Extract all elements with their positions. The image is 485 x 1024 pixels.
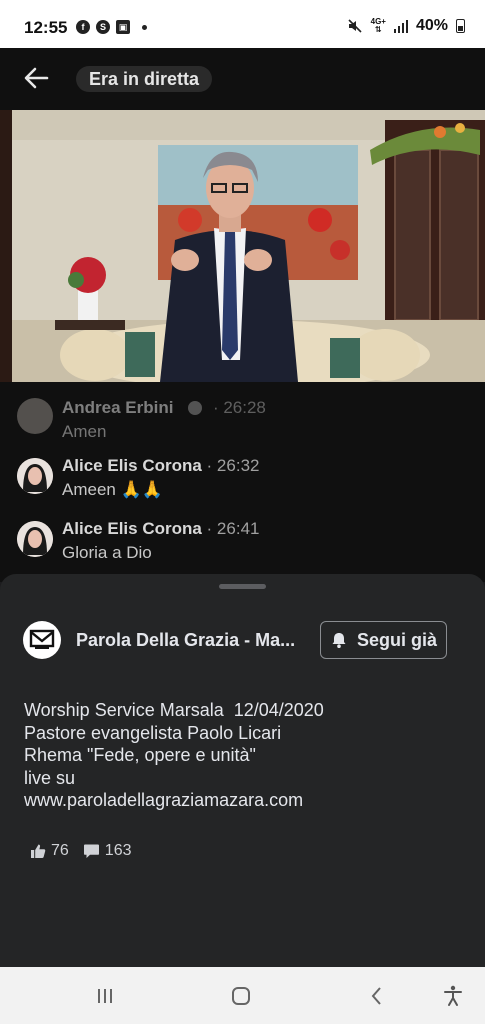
comment-item[interactable]: Alice Elis Corona · 26:41 Gloria a Dio	[0, 515, 485, 575]
post-details-sheet: Parola Della Grazia - Ma... Segui già Wo…	[0, 574, 485, 967]
likes-value: 76	[51, 842, 69, 859]
home-icon	[232, 987, 250, 1005]
description-line: Rhema "Fede, opere e unità"	[24, 745, 256, 765]
status-bar: 12:55 f S ▣ 4G+ ⇅ 40%	[0, 0, 485, 48]
author-name: Alice Elis Corona	[62, 519, 202, 538]
recent-apps-icon	[98, 989, 112, 1003]
skype-icon: S	[96, 20, 110, 34]
comment-bubble-icon	[83, 844, 99, 858]
video-player[interactable]	[0, 110, 485, 382]
comment-author[interactable]: Alice Elis Corona · 26:32	[62, 456, 259, 476]
accessibility-button[interactable]	[438, 981, 468, 1011]
status-time: 12:55	[24, 18, 68, 37]
avatar-image	[17, 458, 53, 494]
post-stats: 76 163	[30, 842, 146, 860]
following-button[interactable]: Segui già	[320, 621, 447, 659]
comment-text: Ameen 🙏🙏	[62, 480, 163, 499]
description-line: Pastore evangelista Paolo Licari	[24, 722, 282, 743]
page-avatar[interactable]	[23, 621, 61, 659]
more-notifications-icon	[142, 24, 147, 30]
video-frame-image	[0, 110, 485, 382]
chevron-left-icon	[371, 987, 381, 1005]
comment-item[interactable]: Andrea Erbini · 26:28 Amen	[0, 388, 485, 448]
comment-text: Gloria a Dio	[62, 543, 152, 562]
page-name[interactable]: Parola Della Grazia - Ma...	[76, 630, 295, 651]
comments-value: 163	[104, 842, 132, 859]
mute-icon	[348, 19, 362, 33]
comments-count[interactable]: 163	[83, 842, 132, 860]
gallery-icon: ▣	[116, 20, 130, 34]
network-arrows-icon: ⇅	[374, 25, 382, 34]
facebook-icon: f	[76, 20, 90, 34]
was-live-badge: Era in diretta	[76, 66, 213, 92]
system-navigation-bar	[0, 967, 485, 1024]
comment-author[interactable]: Alice Elis Corona · 26:41	[62, 519, 259, 539]
battery-icon	[456, 19, 465, 33]
network-type: 4G+ ⇅	[371, 18, 386, 34]
avatar	[17, 398, 53, 434]
avatar-image	[17, 521, 53, 557]
thumbs-up-icon	[31, 844, 46, 858]
accessibility-icon	[444, 985, 462, 1006]
comment-time: · 26:28	[212, 398, 266, 417]
video-header: Era in diretta	[0, 48, 485, 110]
home-button[interactable]	[226, 981, 256, 1011]
author-name: Andrea Erbini	[62, 398, 174, 417]
system-indicators: 4G+ ⇅ 40%	[347, 17, 465, 35]
signal-icon	[393, 19, 408, 33]
comment-item[interactable]: Alice Elis Corona · 26:32 Ameen 🙏🙏	[0, 452, 485, 512]
avatar	[17, 521, 53, 557]
description-line: live su	[24, 767, 76, 788]
notification-icons: f S ▣	[76, 20, 147, 34]
comment-author[interactable]: Andrea Erbini · 26:28	[62, 398, 266, 418]
following-label: Segui già	[356, 629, 437, 650]
bell-icon	[332, 633, 346, 648]
recent-apps-button[interactable]	[90, 981, 120, 1011]
drag-handle[interactable]	[219, 584, 266, 589]
likes-count[interactable]: 76	[30, 842, 69, 860]
arrow-left-icon	[24, 67, 49, 89]
comment-text: Amen	[62, 422, 107, 441]
avatar	[17, 458, 53, 494]
post-description: Worship Service Marsala 12/04/2020 Pasto…	[24, 699, 464, 812]
back-nav-button[interactable]	[362, 981, 392, 1011]
author-name: Alice Elis Corona	[62, 456, 202, 475]
live-comments: Andrea Erbini · 26:28 Amen Alice Elis Co…	[0, 382, 485, 582]
comment-time: · 26:32	[201, 456, 260, 475]
back-button[interactable]	[22, 64, 52, 94]
description-line: Worship Service Marsala 12/04/2020	[24, 700, 324, 720]
comment-time: · 26:41	[201, 519, 260, 538]
website-link[interactable]: www.paroladellagraziamazara.com	[24, 789, 464, 812]
page-logo-icon	[29, 629, 55, 649]
battery-percent: 40%	[415, 17, 448, 34]
badge-icon	[188, 401, 203, 415]
